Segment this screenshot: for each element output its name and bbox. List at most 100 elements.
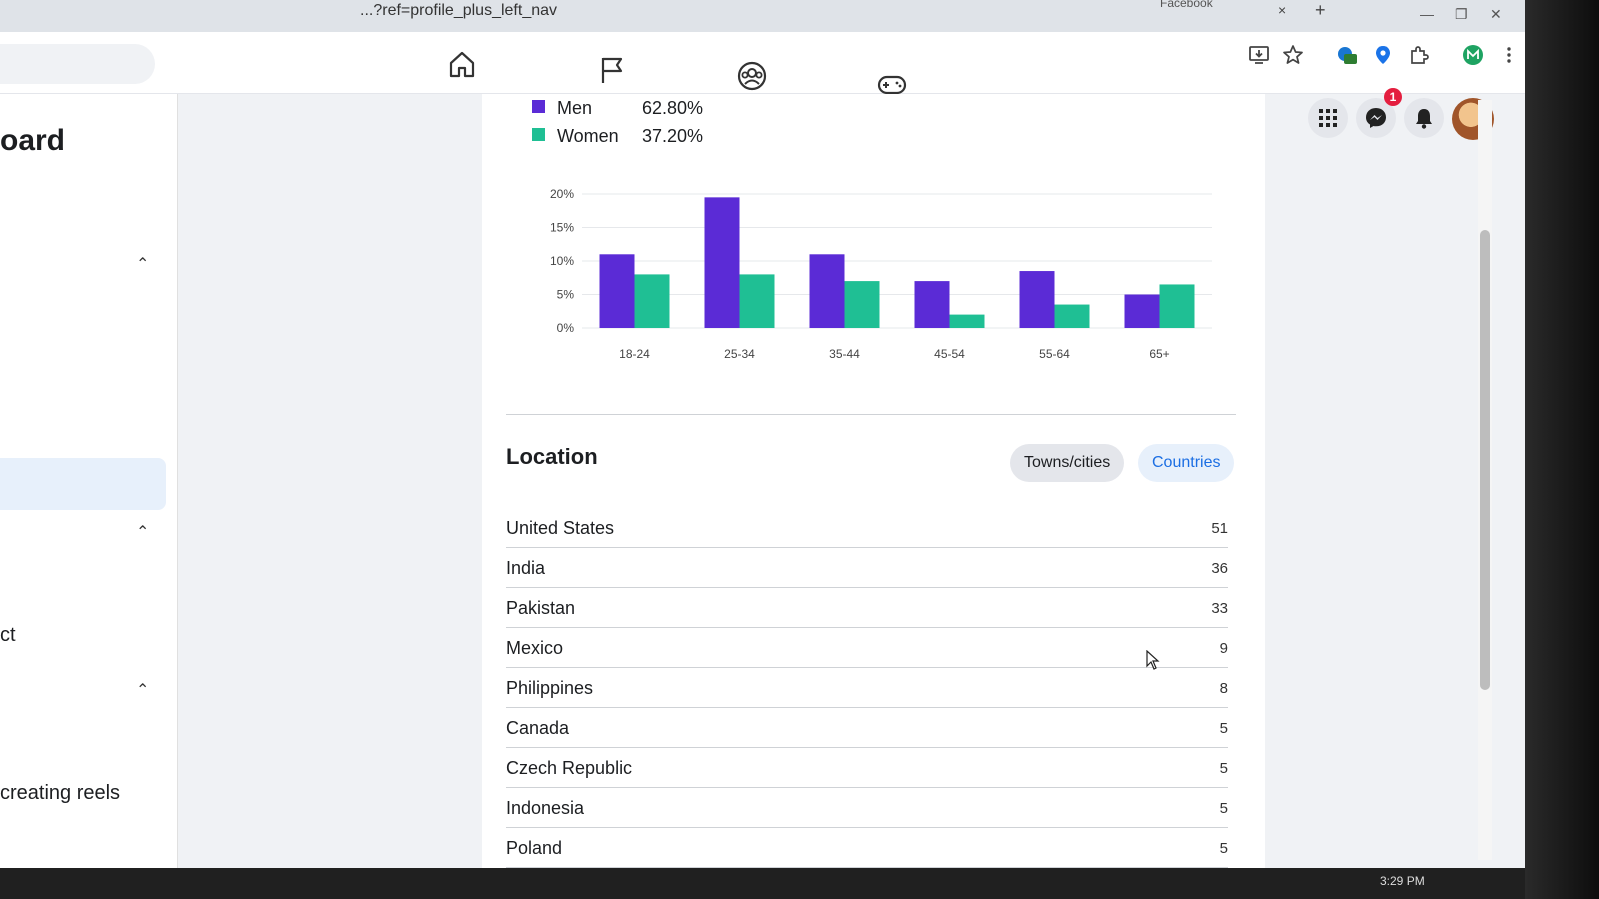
country-count: 5 <box>1219 840 1228 857</box>
menu-button[interactable] <box>1308 98 1348 138</box>
browser-titlebar: ...?ref=profile_plus_left_nav Facebook ×… <box>0 0 1525 32</box>
country-count: 5 <box>1219 760 1228 777</box>
bar-women-35-44[interactable] <box>844 281 880 328</box>
mouse-cursor-icon <box>1146 650 1160 670</box>
x-tick-label: 65+ <box>1149 347 1169 361</box>
legend-swatch <box>532 100 545 113</box>
apps-grid-icon <box>1319 109 1337 127</box>
legend-item-women: Women 37.20% <box>532 126 703 147</box>
y-tick-label: 5% <box>557 288 575 302</box>
vpn-extension-icon[interactable] <box>1336 44 1358 66</box>
country-count: 5 <box>1219 720 1228 737</box>
sidebar-item-label[interactable]: ct <box>0 624 16 647</box>
monitor-bezel <box>1525 0 1599 899</box>
page-scrollbar[interactable] <box>1478 100 1492 860</box>
country-name: Philippines <box>506 678 594 698</box>
bar-men-45-54[interactable] <box>914 281 950 328</box>
chevron-up-icon[interactable]: ⌃ <box>136 522 149 542</box>
country-count: 36 <box>1211 560 1228 577</box>
tab-title[interactable]: ...?ref=profile_plus_left_nav <box>360 2 557 20</box>
table-row: Czech Republic 5 <box>506 750 1228 788</box>
home-icon[interactable] <box>446 48 478 80</box>
age-gender-bar-chart: 20% 15% 10% 5% 0% 18-24 25-34 35-44 45-54 55-64 65… <box>550 187 1212 361</box>
groups-icon[interactable] <box>736 60 768 92</box>
browser-screen: ...?ref=profile_plus_left_nav Facebook ×… <box>0 0 1525 899</box>
legend-label: Men <box>557 98 593 118</box>
table-row: Mexico 9 <box>506 630 1228 668</box>
facebook-header <box>0 32 1525 95</box>
bell-icon <box>1416 109 1432 129</box>
legend-value: 62.80% <box>642 98 704 118</box>
country-name: India <box>506 558 546 578</box>
window-close-icon[interactable]: ✕ <box>1490 6 1502 23</box>
bar-women-65+[interactable] <box>1159 284 1195 328</box>
install-app-icon[interactable] <box>1248 44 1270 66</box>
flag-icon[interactable] <box>596 54 628 86</box>
sidebar-title: oard <box>0 124 66 157</box>
taskbar-clock: 3:29 PM <box>1380 874 1425 888</box>
legend-item-men: Men 62.80% <box>532 98 703 119</box>
bar-men-65+[interactable] <box>1124 294 1160 329</box>
country-name: Pakistan <box>506 598 576 618</box>
scrollbar-thumb[interactable] <box>1480 230 1490 690</box>
bar-women-25-34[interactable] <box>739 274 775 328</box>
table-row: Pakistan 33 <box>506 590 1228 628</box>
bookmark-star-icon[interactable] <box>1282 44 1304 66</box>
x-tick-label: 45-54 <box>934 347 965 361</box>
minimize-icon[interactable]: — <box>1420 6 1434 22</box>
facebook-tab[interactable]: Facebook <box>1160 0 1213 10</box>
country-name: Canada <box>506 718 570 738</box>
country-name: Czech Republic <box>506 758 633 778</box>
country-count: 33 <box>1211 600 1228 617</box>
x-tick-label: 55-64 <box>1039 347 1070 361</box>
tab-countries[interactable]: Countries <box>1138 444 1235 482</box>
search-input[interactable] <box>0 44 155 84</box>
sidebar-item-selected[interactable] <box>0 458 166 510</box>
country-count: 9 <box>1219 640 1228 657</box>
table-row: Philippines 8 <box>506 670 1228 708</box>
restore-icon[interactable]: ❐ <box>1455 6 1468 23</box>
x-tick-label: 18-24 <box>619 347 650 361</box>
audience-insights-panel: Men 62.80% Women 37.20% 20% 15% 10% 5% 0% 18-… <box>482 94 1265 899</box>
x-tick-label: 35-44 <box>829 347 860 361</box>
section-divider <box>506 414 1236 415</box>
table-row: Poland 5 <box>506 830 1228 868</box>
table-row: Indonesia 5 <box>506 790 1228 828</box>
table-row: Canada 5 <box>506 710 1228 748</box>
country-count: 5 <box>1219 800 1228 817</box>
bar-women-18-24[interactable] <box>634 274 670 328</box>
bar-men-18-24[interactable] <box>599 254 635 328</box>
tab-close-button[interactable]: × <box>1278 2 1286 18</box>
browser-menu-icon[interactable] <box>1498 44 1520 66</box>
location-extension-icon[interactable] <box>1372 44 1394 66</box>
bar-men-25-34[interactable] <box>704 197 740 328</box>
country-name: Indonesia <box>506 798 585 818</box>
extensions-puzzle-icon[interactable] <box>1408 44 1430 66</box>
y-tick-label: 10% <box>550 254 574 268</box>
chevron-up-icon[interactable]: ⌃ <box>136 254 149 274</box>
location-heading: Location <box>506 444 598 469</box>
dashboard-sidebar: oard ⌃ ⌃ ct ⌃ creating reels <box>0 94 178 899</box>
messenger-notification-badge: 1 <box>1384 88 1402 106</box>
country-name: United States <box>506 518 615 538</box>
legend-swatch <box>532 128 545 141</box>
country-count: 51 <box>1211 520 1228 537</box>
profile-avatar-icon[interactable] <box>1462 44 1484 66</box>
table-row: United States 51 <box>506 510 1228 548</box>
table-row: India 36 <box>506 550 1228 588</box>
bar-women-45-54[interactable] <box>949 314 985 328</box>
bar-men-55-64[interactable] <box>1019 271 1055 328</box>
x-tick-label: 25-34 <box>724 347 755 361</box>
legend-value: 37.20% <box>642 126 704 146</box>
y-tick-label: 0% <box>557 321 575 335</box>
new-tab-button[interactable]: + <box>1315 0 1326 21</box>
sidebar-item-label[interactable]: creating reels <box>0 782 120 805</box>
chevron-up-icon[interactable]: ⌃ <box>136 680 149 700</box>
os-taskbar: 3:29 PM <box>0 868 1525 899</box>
y-tick-label: 20% <box>550 187 574 201</box>
notifications-button[interactable] <box>1404 98 1444 138</box>
bar-women-55-64[interactable] <box>1054 304 1090 328</box>
bar-men-35-44[interactable] <box>809 254 845 328</box>
tab-towns-cities[interactable]: Towns/cities <box>1010 444 1125 482</box>
legend-label: Women <box>557 126 619 146</box>
